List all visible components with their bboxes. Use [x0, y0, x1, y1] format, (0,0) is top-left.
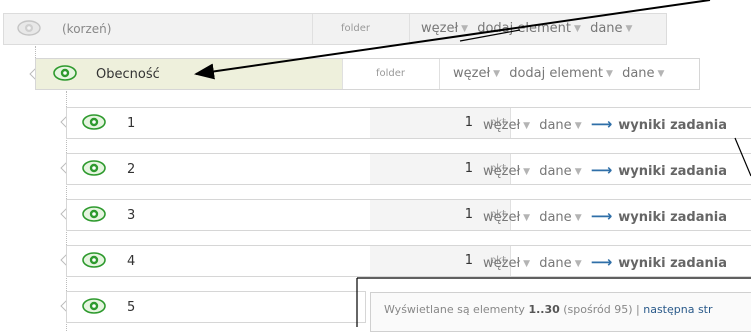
results-link[interactable]: wyniki zadania — [618, 210, 727, 225]
triangle-down-icon[interactable]: ▼ — [461, 24, 468, 34]
tree-row-item[interactable]: 5 — [66, 291, 366, 323]
item-name[interactable]: 4 — [127, 254, 135, 269]
points-value: 1 — [464, 115, 473, 130]
menu-dane[interactable]: dane — [539, 256, 571, 271]
tree-row-obecnosc[interactable]: Obecność folder węzeł ▼ dodaj element ▼ da… — [35, 58, 700, 90]
menu-dodaj-element[interactable]: dodaj element — [477, 21, 571, 36]
tree-row-item[interactable]: 3 1 pkt węzeł ▼ dane ▼ ⟶ wyniki zadania — [66, 199, 751, 231]
pagination-info: Wyświetlane są elementy 1..30 (spośród 9… — [370, 292, 751, 332]
menu-wezel[interactable]: węzeł — [483, 118, 520, 133]
item-name[interactable]: 3 — [127, 208, 135, 223]
triangle-down-icon[interactable]: ▼ — [523, 121, 530, 131]
pagination-range: 1..30 — [528, 303, 560, 316]
triangle-down-icon[interactable]: ▼ — [523, 213, 530, 223]
points-value: 1 — [464, 253, 473, 268]
item-menus: węzeł ▼ dane ▼ ⟶ wyniki zadania — [483, 253, 727, 271]
triangle-down-icon[interactable]: ▼ — [575, 167, 582, 177]
results-link[interactable]: wyniki zadania — [618, 118, 727, 133]
menu-dane[interactable]: dane — [590, 21, 622, 36]
eye-icon[interactable] — [82, 297, 106, 315]
menu-dodaj-element[interactable]: dodaj element — [509, 66, 603, 81]
triangle-down-icon[interactable]: ▼ — [658, 69, 665, 79]
points-value: 1 — [464, 207, 473, 222]
tree-row-root[interactable]: (korzeń) folder węzeł ▼ dodaj element ▼ da… — [3, 13, 667, 45]
eye-icon[interactable] — [53, 64, 77, 82]
eye-icon[interactable] — [17, 19, 41, 37]
pagination-prefix: Wyświetlane są elementy — [384, 303, 525, 316]
obecnosc-type-label: folder — [376, 68, 406, 79]
arrow-right-icon[interactable]: ⟶ — [591, 207, 613, 225]
results-link[interactable]: wyniki zadania — [618, 256, 727, 271]
tree-row-item[interactable]: 2 1 pkt węzeł ▼ dane ▼ ⟶ wyniki zadania — [66, 153, 751, 185]
eye-icon[interactable] — [82, 159, 106, 177]
results-link[interactable]: wyniki zadania — [618, 164, 727, 179]
menu-dane[interactable]: dane — [622, 66, 654, 81]
pagination-total: (spośród 95) — [563, 303, 633, 316]
separator — [342, 59, 343, 89]
eye-icon[interactable] — [82, 205, 106, 223]
arrow-right-icon[interactable]: ⟶ — [591, 115, 613, 133]
root-type-label: folder — [341, 23, 371, 34]
menu-dane[interactable]: dane — [539, 210, 571, 225]
menu-wezel[interactable]: węzeł — [483, 256, 520, 271]
item-menus: węzeł ▼ dane ▼ ⟶ wyniki zadania — [483, 161, 727, 179]
triangle-down-icon[interactable]: ▼ — [574, 24, 581, 34]
row-highlight — [36, 59, 342, 89]
tree-row-item[interactable]: 4 1 pkt węzeł ▼ dane ▼ ⟶ wyniki zadania — [66, 245, 751, 277]
next-page-link[interactable]: następna str — [643, 303, 712, 316]
separator — [409, 14, 410, 44]
menu-wezel[interactable]: węzeł — [421, 21, 458, 36]
obecnosc-menus: węzeł ▼ dodaj element ▼ dane ▼ — [453, 66, 669, 81]
tree-row-item[interactable]: 1 1 pkt węzeł ▼ dane ▼ ⟶ wyniki zadania — [66, 107, 751, 139]
triangle-down-icon[interactable]: ▼ — [575, 213, 582, 223]
eye-icon[interactable] — [82, 113, 106, 131]
item-name[interactable]: 1 — [127, 116, 135, 131]
menu-dane[interactable]: dane — [539, 164, 571, 179]
triangle-down-icon[interactable]: ▼ — [523, 167, 530, 177]
points-value: 1 — [464, 161, 473, 176]
item-menus: węzeł ▼ dane ▼ ⟶ wyniki zadania — [483, 207, 727, 225]
menu-wezel[interactable]: węzeł — [483, 210, 520, 225]
triangle-down-icon[interactable]: ▼ — [493, 69, 500, 79]
eye-icon[interactable] — [82, 251, 106, 269]
item-name[interactable]: 5 — [127, 300, 135, 315]
separator — [439, 59, 440, 89]
triangle-down-icon[interactable]: ▼ — [575, 259, 582, 269]
triangle-down-icon[interactable]: ▼ — [523, 259, 530, 269]
triangle-down-icon[interactable]: ▼ — [626, 24, 633, 34]
menu-wezel[interactable]: węzeł — [453, 66, 490, 81]
obecnosc-name[interactable]: Obecność — [96, 67, 160, 82]
triangle-down-icon[interactable]: ▼ — [575, 121, 582, 131]
menu-dane[interactable]: dane — [539, 118, 571, 133]
separator — [312, 14, 313, 44]
pagination-divider: | — [636, 303, 640, 316]
arrow-right-icon[interactable]: ⟶ — [591, 253, 613, 271]
root-name[interactable]: (korzeń) — [62, 22, 111, 36]
menu-wezel[interactable]: węzeł — [483, 164, 520, 179]
triangle-down-icon[interactable]: ▼ — [606, 69, 613, 79]
arrow-right-icon[interactable]: ⟶ — [591, 161, 613, 179]
root-menus: węzeł ▼ dodaj element ▼ dane ▼ — [421, 21, 637, 36]
item-name[interactable]: 2 — [127, 162, 135, 177]
item-menus: węzeł ▼ dane ▼ ⟶ wyniki zadania — [483, 115, 727, 133]
